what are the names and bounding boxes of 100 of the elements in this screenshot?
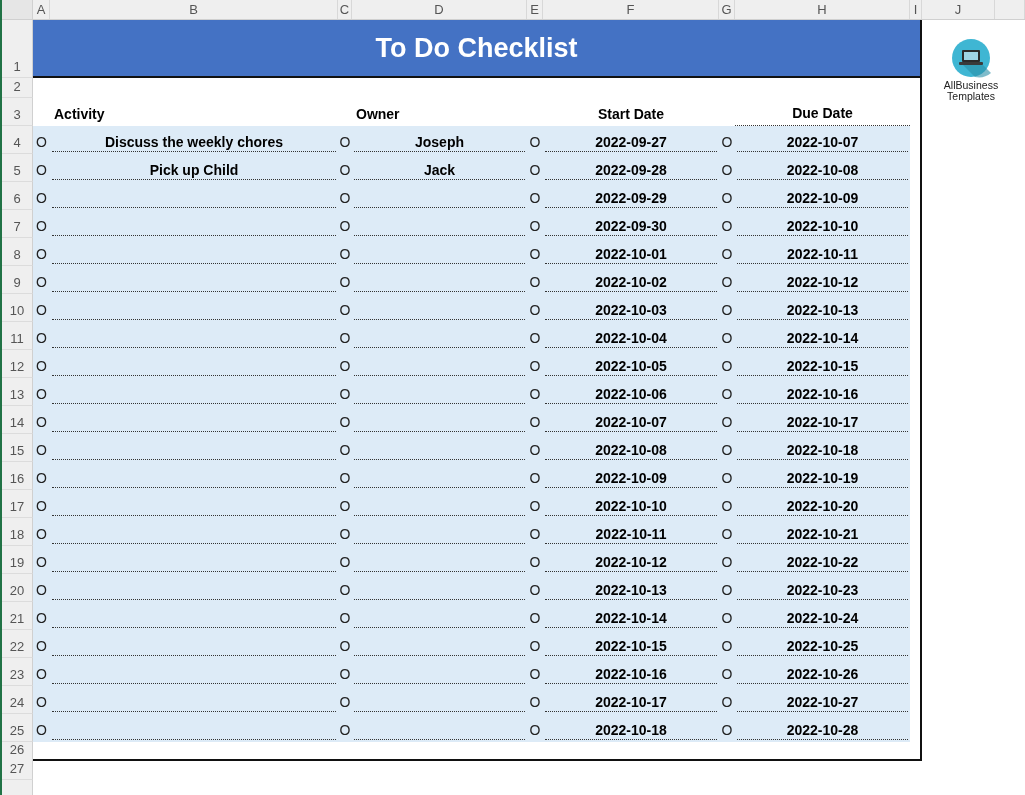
column-header[interactable]: H bbox=[735, 0, 910, 19]
date-text: 2022-10-15 bbox=[595, 638, 667, 654]
circle-mark: O bbox=[529, 274, 541, 290]
row-header[interactable]: 4 bbox=[2, 126, 33, 154]
column-header[interactable]: J bbox=[922, 0, 995, 19]
circle-mark: O bbox=[36, 386, 47, 402]
circle-mark: O bbox=[36, 274, 47, 290]
circle-mark: O bbox=[339, 386, 351, 402]
row-header[interactable]: 17 bbox=[2, 490, 33, 518]
select-all-corner[interactable] bbox=[2, 0, 33, 19]
row-header[interactable]: 11 bbox=[2, 322, 33, 350]
date-text: 2022-10-17 bbox=[595, 694, 667, 710]
row-header[interactable]: 18 bbox=[2, 518, 33, 546]
date-text: 2022-10-09 bbox=[786, 190, 859, 206]
row-header[interactable]: 27 bbox=[2, 760, 33, 780]
circle-mark: O bbox=[529, 358, 541, 374]
circle-mark: O bbox=[36, 722, 47, 738]
circle-mark: O bbox=[721, 722, 733, 738]
circle-mark: O bbox=[529, 638, 541, 654]
row-header[interactable]: 20 bbox=[2, 574, 33, 602]
circle-mark: O bbox=[339, 274, 351, 290]
circle-mark: O bbox=[36, 638, 47, 654]
date-text: 2022-09-27 bbox=[595, 134, 667, 150]
row-header[interactable]: 1 bbox=[2, 20, 33, 78]
circle-mark: O bbox=[529, 414, 541, 430]
circle-mark: O bbox=[339, 694, 351, 710]
date-text: 2022-10-11 bbox=[595, 526, 667, 542]
row-header[interactable]: 3 bbox=[2, 98, 33, 126]
row-header[interactable]: 25 bbox=[2, 714, 33, 742]
date-text: 2022-10-09 bbox=[595, 470, 667, 486]
circle-mark: O bbox=[721, 162, 733, 178]
circle-mark: O bbox=[721, 302, 733, 318]
circle-mark: O bbox=[529, 442, 541, 458]
date-text: 2022-10-07 bbox=[786, 134, 859, 150]
date-text: 2022-09-28 bbox=[595, 162, 667, 178]
row-header[interactable] bbox=[2, 780, 33, 795]
circle-mark: O bbox=[339, 638, 351, 654]
column-header[interactable]: F bbox=[543, 0, 719, 19]
row-header[interactable]: 19 bbox=[2, 546, 33, 574]
row-header[interactable]: 9 bbox=[2, 266, 33, 294]
circle-mark: O bbox=[339, 470, 351, 486]
circle-mark: O bbox=[529, 330, 541, 346]
laptop-icon bbox=[951, 38, 991, 78]
column-header[interactable]: G bbox=[719, 0, 735, 19]
circle-mark: O bbox=[529, 526, 541, 542]
circle-mark: O bbox=[721, 498, 733, 514]
row-header[interactable]: 23 bbox=[2, 658, 33, 686]
circle-mark: O bbox=[721, 470, 733, 486]
row-header[interactable]: 8 bbox=[2, 238, 33, 266]
date-text: 2022-10-13 bbox=[786, 302, 859, 318]
date-text: 2022-10-24 bbox=[786, 610, 859, 626]
circle-mark: O bbox=[721, 554, 733, 570]
column-header[interactable]: D bbox=[352, 0, 527, 19]
row-header[interactable]: 5 bbox=[2, 154, 33, 182]
circle-mark: O bbox=[36, 190, 47, 206]
row-header[interactable]: 14 bbox=[2, 406, 33, 434]
circle-mark: O bbox=[36, 694, 47, 710]
date-text: 2022-10-11 bbox=[787, 246, 858, 262]
column-header[interactable]: E bbox=[527, 0, 543, 19]
date-text: 2022-10-19 bbox=[786, 470, 859, 486]
circle-mark: O bbox=[36, 666, 47, 682]
circle-mark: O bbox=[529, 218, 541, 234]
date-text: 2022-10-10 bbox=[595, 498, 667, 514]
circle-mark: O bbox=[529, 498, 541, 514]
circle-mark: O bbox=[339, 358, 351, 374]
row-header[interactable]: 21 bbox=[2, 602, 33, 630]
column-heading: Owner bbox=[356, 106, 400, 122]
circle-mark: O bbox=[339, 330, 351, 346]
date-text: 2022-10-06 bbox=[595, 386, 667, 402]
row-header[interactable]: 24 bbox=[2, 686, 33, 714]
row-header[interactable]: 7 bbox=[2, 210, 33, 238]
row-header[interactable]: 16 bbox=[2, 462, 33, 490]
owner-text: Jack bbox=[423, 162, 456, 178]
row-header[interactable]: 13 bbox=[2, 378, 33, 406]
row-header[interactable]: 12 bbox=[2, 350, 33, 378]
column-header[interactable]: A bbox=[33, 0, 50, 19]
row-header[interactable]: 15 bbox=[2, 434, 33, 462]
date-text: 2022-10-18 bbox=[595, 722, 667, 738]
circle-mark: O bbox=[721, 610, 733, 626]
circle-mark: O bbox=[721, 414, 733, 430]
date-text: 2022-10-14 bbox=[595, 610, 667, 626]
column-header[interactable]: I bbox=[910, 0, 922, 19]
circle-mark: O bbox=[721, 190, 733, 206]
circle-mark: O bbox=[721, 218, 733, 234]
circle-mark: O bbox=[529, 666, 541, 682]
column-header[interactable]: B bbox=[50, 0, 338, 19]
circle-mark: O bbox=[339, 246, 351, 262]
row-header[interactable]: 22 bbox=[2, 630, 33, 658]
column-header[interactable]: C bbox=[338, 0, 352, 19]
circle-mark: O bbox=[36, 246, 47, 262]
circle-mark: O bbox=[339, 414, 351, 430]
row-header[interactable]: 6 bbox=[2, 182, 33, 210]
circle-mark: O bbox=[36, 582, 47, 598]
column-heading: Due Date bbox=[792, 105, 853, 121]
row-header[interactable]: 2 bbox=[2, 78, 33, 98]
circle-mark: O bbox=[36, 526, 47, 542]
row-header[interactable]: 10 bbox=[2, 294, 33, 322]
activity-text: Discuss the weekly chores bbox=[104, 134, 284, 150]
column-heading: Start Date bbox=[597, 106, 665, 122]
circle-mark: O bbox=[339, 666, 351, 682]
